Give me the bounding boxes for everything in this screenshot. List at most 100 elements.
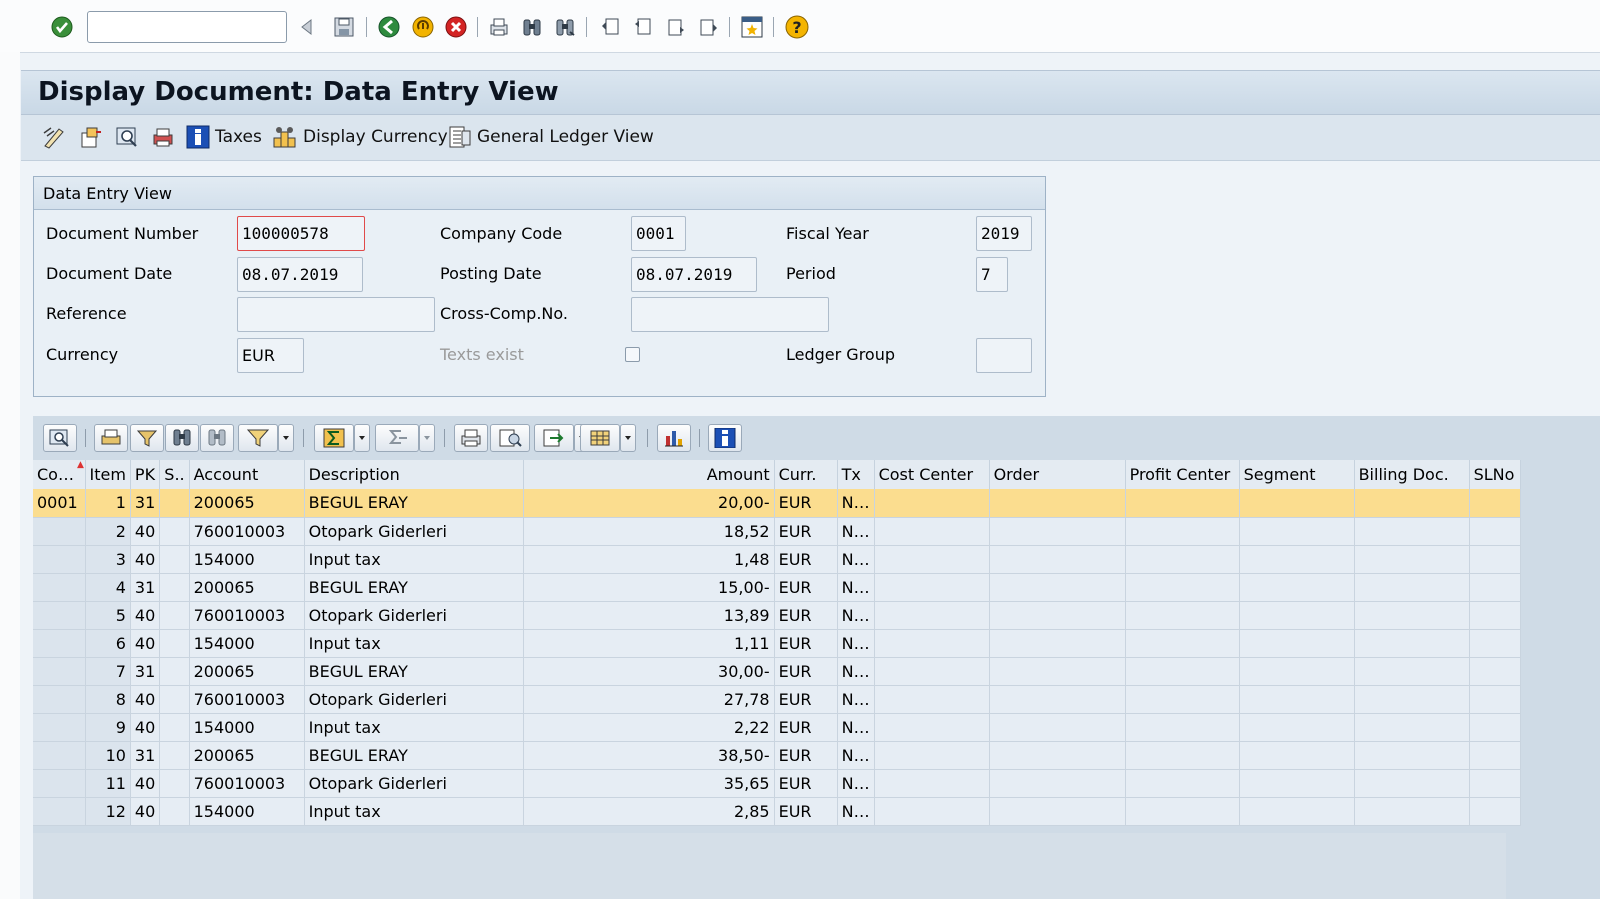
cell-segment[interactable] <box>1239 601 1355 630</box>
cell-sl-no[interactable] <box>1469 517 1521 546</box>
table-row[interactable]: 10 31 200065 BEGUL ERAY 38,50- EUR N… <box>33 741 1521 770</box>
cell-account[interactable]: 200065 <box>189 657 305 686</box>
find-icon[interactable] <box>519 14 545 40</box>
cell-cost-center[interactable] <box>874 629 990 658</box>
cell-sl-no[interactable] <box>1469 657 1521 686</box>
cell-sl-no[interactable] <box>1469 769 1521 798</box>
grid-find-icon[interactable] <box>165 424 199 452</box>
total-dropdown-icon[interactable] <box>354 424 370 452</box>
cell-account[interactable]: 154000 <box>189 797 305 826</box>
cell-tax-code[interactable]: N… <box>837 573 875 602</box>
cell-profit-center[interactable] <box>1125 657 1240 686</box>
cell-profit-center[interactable] <box>1125 517 1240 546</box>
cell-item[interactable]: 7 <box>85 657 131 686</box>
chart-icon[interactable] <box>657 424 691 452</box>
cell-company-code[interactable] <box>33 545 86 574</box>
cell-profit-center[interactable] <box>1125 489 1240 518</box>
cell-description[interactable]: Otopark Giderleri <box>304 769 524 798</box>
cell-billing-doc[interactable] <box>1354 545 1470 574</box>
cell-company-code[interactable] <box>33 573 86 602</box>
cell-description[interactable]: Input tax <box>304 797 524 826</box>
cell-item[interactable]: 5 <box>85 601 131 630</box>
texts-exist-checkbox[interactable] <box>625 347 640 362</box>
enter-icon[interactable] <box>49 14 75 40</box>
cell-currency[interactable]: EUR <box>774 769 838 798</box>
column-header-item[interactable]: Item <box>85 460 131 489</box>
cell-billing-doc[interactable] <box>1354 657 1470 686</box>
cell-posting-key[interactable]: 40 <box>130 713 161 742</box>
help-icon[interactable]: ? <box>784 14 810 40</box>
cell-s[interactable] <box>159 713 190 742</box>
cell-currency[interactable]: EUR <box>774 489 838 518</box>
cell-s[interactable] <box>159 489 190 518</box>
cell-tax-code[interactable]: N… <box>837 741 875 770</box>
cross-comp-field[interactable] <box>631 297 829 332</box>
cell-account[interactable]: 154000 <box>189 629 305 658</box>
column-header-pk[interactable]: PK <box>130 460 161 489</box>
cell-posting-key[interactable]: 40 <box>130 629 161 658</box>
cell-segment[interactable] <box>1239 685 1355 714</box>
subtotal-dropdown-icon[interactable] <box>419 424 435 452</box>
cell-billing-doc[interactable] <box>1354 713 1470 742</box>
cell-currency[interactable]: EUR <box>774 517 838 546</box>
cell-amount[interactable]: 15,00- <box>523 573 775 602</box>
cell-amount[interactable]: 18,52 <box>523 517 775 546</box>
cell-sl-no[interactable] <box>1469 741 1521 770</box>
general-ledger-view-button[interactable]: General Ledger View <box>448 124 654 150</box>
cell-description[interactable]: BEGUL ERAY <box>304 489 524 518</box>
cell-description[interactable]: Input tax <box>304 713 524 742</box>
ledger-group-field[interactable] <box>976 338 1032 373</box>
cell-description[interactable]: BEGUL ERAY <box>304 741 524 770</box>
cell-billing-doc[interactable] <box>1354 769 1470 798</box>
cell-tax-code[interactable]: N… <box>837 685 875 714</box>
cell-sl-no[interactable] <box>1469 713 1521 742</box>
table-row[interactable]: 9 40 154000 Input tax 2,22 EUR N… <box>33 713 1521 742</box>
cell-order[interactable] <box>989 573 1126 602</box>
grid-print-icon[interactable] <box>454 424 488 452</box>
cell-account[interactable]: 154000 <box>189 545 305 574</box>
cell-order[interactable] <box>989 713 1126 742</box>
cell-s[interactable] <box>159 769 190 798</box>
cell-sl-no[interactable] <box>1469 629 1521 658</box>
currency-field[interactable]: EUR <box>237 338 304 373</box>
cell-s[interactable] <box>159 657 190 686</box>
cell-amount[interactable]: 1,48 <box>523 545 775 574</box>
back-icon[interactable] <box>376 14 402 40</box>
cell-sl-no[interactable] <box>1469 545 1521 574</box>
cell-account[interactable]: 200065 <box>189 741 305 770</box>
cell-company-code[interactable] <box>33 601 86 630</box>
cell-account[interactable]: 200065 <box>189 573 305 602</box>
table-row[interactable]: 8 40 760010003 Otopark Giderleri 27,78 E… <box>33 685 1521 714</box>
cell-description[interactable]: BEGUL ERAY <box>304 573 524 602</box>
cell-posting-key[interactable]: 40 <box>130 797 161 826</box>
column-header-segment[interactable]: Segment <box>1239 460 1355 489</box>
display-currency-button[interactable]: Display Currency <box>272 124 448 150</box>
cell-tax-code[interactable]: N… <box>837 517 875 546</box>
column-header-sl-no[interactable]: SLNo <box>1469 460 1521 489</box>
cell-order[interactable] <box>989 741 1126 770</box>
cell-order[interactable] <box>989 629 1126 658</box>
cell-s[interactable] <box>159 741 190 770</box>
grid-find-next-icon[interactable] <box>200 424 234 452</box>
cell-account[interactable]: 200065 <box>189 489 305 518</box>
cell-item[interactable]: 3 <box>85 545 131 574</box>
cell-posting-key[interactable]: 40 <box>130 769 161 798</box>
cell-order[interactable] <box>989 545 1126 574</box>
cell-item[interactable]: 10 <box>85 741 131 770</box>
cell-order[interactable] <box>989 517 1126 546</box>
column-header-amount[interactable]: Amount <box>523 460 775 489</box>
cell-description[interactable]: Otopark Giderleri <box>304 517 524 546</box>
cell-description[interactable]: Otopark Giderleri <box>304 685 524 714</box>
cell-company-code[interactable] <box>33 657 86 686</box>
cell-amount[interactable]: 2,22 <box>523 713 775 742</box>
cell-cost-center[interactable] <box>874 657 990 686</box>
column-header-currency[interactable]: Curr. <box>774 460 838 489</box>
cell-cost-center[interactable] <box>874 573 990 602</box>
cell-s[interactable] <box>159 573 190 602</box>
cell-profit-center[interactable] <box>1125 545 1240 574</box>
cell-segment[interactable] <box>1239 489 1355 518</box>
cell-segment[interactable] <box>1239 573 1355 602</box>
document-overview-icon[interactable] <box>114 124 140 150</box>
column-header-s[interactable]: S.. <box>159 460 190 489</box>
command-field[interactable] <box>87 11 287 43</box>
